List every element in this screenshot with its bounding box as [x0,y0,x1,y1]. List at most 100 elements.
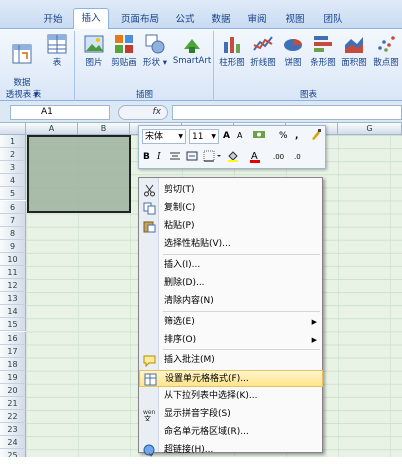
comment-icon [143,354,156,368]
menu-item-7[interactable]: 清除内容(N) [139,293,323,310]
row-header-4[interactable]: 4 [0,174,26,188]
tab-team[interactable]: 团队 [318,10,348,29]
menu-item-5[interactable]: 插入(I)... [139,257,323,274]
scatter-chart-button[interactable]: 散点图 [370,33,402,68]
area-chart-button[interactable]: 面积图 [339,33,369,68]
format-painter-button[interactable] [309,128,323,143]
row-header-17[interactable]: 17 [0,344,26,358]
mini-toolbar: 宋体 ▼ 11 ▼ A A % , B I A .00 .0 [138,125,326,169]
menu-item-10[interactable]: 插入批注(M) [139,352,323,369]
row-header-19[interactable]: 19 [0,370,26,384]
fill-color-button[interactable] [227,150,247,165]
merge-center-button[interactable] [186,150,200,165]
scissors-icon [143,184,156,197]
center-align-button[interactable] [169,150,183,165]
row-header-2[interactable]: 2 [0,148,26,162]
comma-button[interactable]: , [295,129,305,144]
tab-formulas[interactable]: 公式 [170,10,200,29]
currency-format-button[interactable] [252,128,268,143]
fx-icon[interactable]: fx [153,107,162,117]
tab-review[interactable]: 审阅 [242,10,272,29]
row-header-10[interactable]: 10 [0,252,26,266]
row-header-5[interactable]: 5 [0,187,26,201]
clipart-button[interactable]: 剪贴画 [109,33,139,68]
font-color-button[interactable]: A [249,150,269,165]
context-menu: 剪切(T) 复制(C) 粘贴(P) 选择性粘贴(V)... 插入(I)... 删除(D).… [138,177,323,457]
line-chart-icon [253,36,273,51]
select-all-corner[interactable] [0,123,26,135]
menu-item-13[interactable]: wen 文显示拼音字段(S) [139,406,323,423]
tab-insert[interactable]: 插入 [73,8,109,30]
menu-item-4[interactable]: 选择性粘贴(V)... [139,236,323,253]
font-size-dropdown[interactable]: 11 ▼ [189,129,219,144]
font-name-dropdown[interactable]: 宋体 ▼ [142,129,186,144]
line-chart-button[interactable]: 折线图 [248,33,278,68]
menu-item-3[interactable]: 粘贴(P) [139,218,323,235]
smartart-button[interactable]: SmartArt [171,33,213,66]
column-header-a[interactable]: A [26,123,78,135]
row-header-1[interactable]: 1 [0,135,26,149]
row-header-8[interactable]: 8 [0,226,26,240]
row-header-22[interactable]: 22 [0,410,26,424]
row-header-6[interactable]: 6 [0,200,26,214]
menu-item-label: 命名单元格区域(R)... [164,427,249,437]
menu-item-15[interactable]: 超链接(H)... [139,442,323,459]
pie-chart-button[interactable]: 饼图 [280,33,306,68]
charts-group-label: 图表 [299,90,317,100]
grow-font-button[interactable]: A [223,129,235,144]
row-header-21[interactable]: 21 [0,397,26,411]
menu-item-label: 插入批注(M) [164,355,215,365]
column-header-b[interactable]: B [78,123,130,135]
row-header-7[interactable]: 7 [0,213,26,227]
tab-page-layout[interactable]: 页面布局 [114,10,166,29]
menu-item-12[interactable]: 从下拉列表中选择(K)... [139,388,323,405]
menu-item-8[interactable]: 筛选(E) ▶ [139,314,323,331]
tab-view[interactable]: 视图 [280,10,310,29]
menu-item-2[interactable]: 复制(C) [139,200,323,217]
row-header-24[interactable]: 24 [0,436,26,450]
menu-item-label: 复制(C) [164,203,196,213]
smartart-icon [184,39,200,53]
menu-item-14[interactable]: 命名单元格区域(R)... [139,424,323,441]
row-header-13[interactable]: 13 [0,292,26,306]
menu-item-9[interactable]: 排序(O) ▶ [139,332,323,349]
row-header-12[interactable]: 12 [0,279,26,293]
menu-item-6[interactable]: 删除(D)... [139,275,323,292]
selected-range[interactable] [27,135,131,213]
percent-button[interactable]: % [279,129,291,144]
row-header-14[interactable]: 14 [0,305,26,319]
menu-item-11[interactable]: 设置单元格格式(F)... [139,370,323,387]
row-header-18[interactable]: 18 [0,357,26,371]
bar-chart-button[interactable]: 条形图 [308,33,338,68]
clipart-icon [115,35,133,53]
row-header-23[interactable]: 23 [0,423,26,437]
bold-button[interactable]: B [143,150,153,165]
table-group: 数据 透视表 ▾ 表 表 [0,31,75,101]
row-header-15[interactable]: 15 [0,318,26,332]
picture-button[interactable]: 图片 [80,33,108,68]
shrink-font-button[interactable]: A [237,129,249,144]
row-header-9[interactable]: 9 [0,239,26,253]
format-painter-icon [312,129,321,140]
column-header-g[interactable]: G [338,123,402,135]
column-chart-button[interactable]: 柱形图 [217,33,247,68]
formula-input[interactable] [172,105,402,120]
row-header-11[interactable]: 11 [0,266,26,280]
menu-item-1[interactable]: 剪切(T) [139,182,323,199]
row-header-25[interactable]: 25 [0,449,26,457]
borders-button[interactable] [203,150,225,165]
tab-home[interactable]: 开始 [36,10,70,29]
row-header-16[interactable]: 16 [0,331,26,345]
italic-button[interactable]: I [157,150,167,165]
increase-decimal-button[interactable]: .00 [273,150,291,165]
shapes-button[interactable]: 形状 ▾ [142,33,168,68]
menu-item-label: 超链接(H)... [164,445,214,455]
pie-chart-icon [284,39,302,51]
row-header-20[interactable]: 20 [0,383,26,397]
row-header-3[interactable]: 3 [0,161,26,175]
decrease-decimal-button[interactable]: .0 [294,150,312,165]
tab-data[interactable]: 数据 [206,10,236,29]
menu-item-label: 删除(D)... [164,278,205,288]
name-box[interactable]: A1 [10,105,110,120]
table-button[interactable]: 表 [44,33,70,68]
